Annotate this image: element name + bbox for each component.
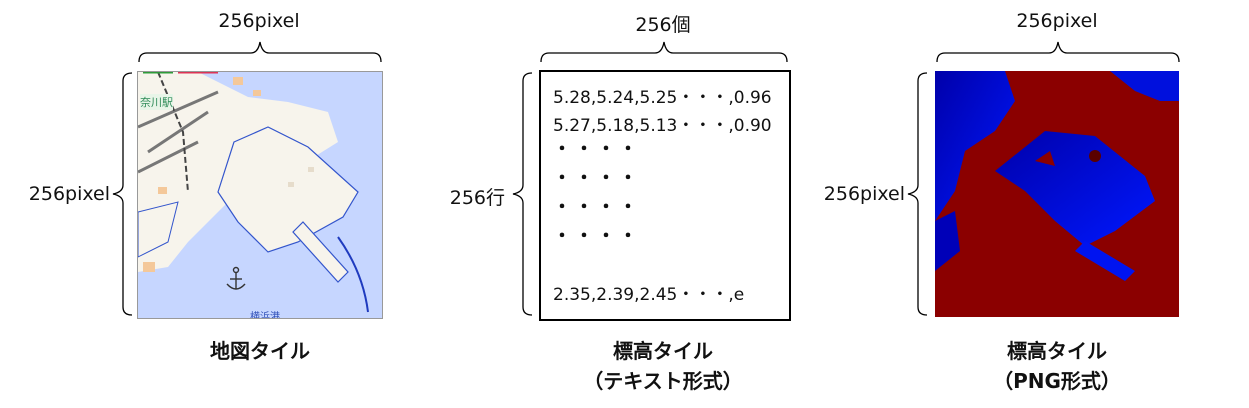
- text-tile-side-bracket: [512, 72, 533, 316]
- map-tile-caption: 地図タイル: [210, 339, 310, 363]
- text-tile-caption-line2: （テキスト形式）: [583, 369, 743, 393]
- png-tile-side-bracket: [907, 72, 928, 316]
- png-tile-caption-line1: 標高タイル: [1007, 339, 1107, 363]
- text-tile-box: 5.28,5.24,5.25・・・,0.96 5.27,5.18,5.13・・・…: [539, 70, 791, 321]
- text-tile-line: 2.35,2.39,2.45・・・,e: [553, 285, 745, 305]
- text-tile-top-label: 256個: [635, 14, 691, 36]
- text-tile-line: ・・・・: [553, 139, 641, 160]
- map-bottom-label: 横浜港: [250, 312, 280, 319]
- text-tile-line: 5.28,5.24,5.25・・・,0.96: [553, 88, 772, 108]
- png-tile-top-bracket: [936, 41, 1180, 63]
- text-tile-top-bracket: [540, 41, 788, 63]
- text-tile-caption-line1: 標高タイル: [613, 339, 713, 363]
- map-station-label: 奈川駅: [140, 94, 173, 110]
- map-tile-side-bracket: [112, 72, 133, 316]
- text-tile-line: 5.27,5.18,5.13・・・,0.90: [553, 116, 772, 136]
- map-tile-side-label: 256pixel: [28, 183, 110, 205]
- png-tile-side-label: 256pixel: [823, 183, 905, 205]
- png-tile-top-label: 256pixel: [1016, 10, 1098, 32]
- text-tile-line: ・・・・: [553, 168, 641, 189]
- text-tile-line: ・・・・: [553, 197, 641, 218]
- map-tile-top-label: 256pixel: [218, 10, 300, 32]
- png-tile-caption-line2: （PNG形式）: [993, 369, 1121, 393]
- text-tile-line: ・・・・: [553, 226, 641, 247]
- map-tile-image: 奈川駅 横浜港: [137, 71, 383, 319]
- text-tile-side-label: 256行: [449, 187, 505, 209]
- png-tile-image: [935, 71, 1179, 317]
- map-tile-top-bracket: [138, 41, 382, 63]
